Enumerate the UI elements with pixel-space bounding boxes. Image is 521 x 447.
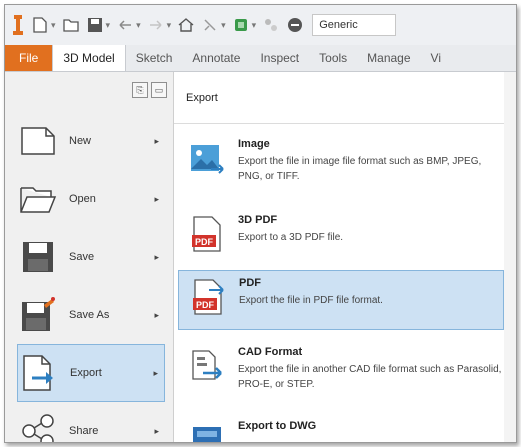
export-item-title: PDF [239, 277, 261, 289]
panel-title: Export [174, 72, 510, 124]
chevron-down-icon[interactable]: ▾ [136, 20, 141, 31]
menu-item-save-as[interactable]: Save As ▸ [17, 286, 165, 344]
chevron-right-icon: ▸ [154, 193, 159, 204]
menu-item-label: Open [69, 193, 96, 205]
export-item-title: Image [238, 138, 270, 150]
open-documents-icon[interactable]: ▭ [151, 82, 167, 98]
export-item-description: Export to a 3D PDF file. [238, 232, 344, 243]
appearance-icon[interactable] [232, 13, 250, 37]
tab-annotate[interactable]: Annotate [182, 45, 250, 71]
tab-manage[interactable]: Manage [357, 45, 420, 71]
svg-text:PDF: PDF [196, 300, 215, 310]
tab-tools[interactable]: Tools [309, 45, 357, 71]
file-menu: ⎘ ▭ New ▸ Open ▸ Save ▸ Save As ▸ Export… [5, 72, 173, 442]
redo-icon[interactable] [147, 13, 165, 37]
dwg-icon [186, 418, 230, 442]
menu-item-label: Share [69, 425, 99, 437]
export-item-pdf[interactable]: PDF PDF Export the file in PDF file form… [178, 270, 504, 330]
application-window: ▾ ▾ ▾ ▾ ▾ ▾ Generic File 3D Model Sketch… [4, 4, 517, 443]
quick-access-toolbar: ▾ ▾ ▾ ▾ ▾ ▾ Generic [5, 5, 516, 45]
image-icon [186, 136, 230, 180]
export-item-title: CAD Format [238, 346, 303, 358]
appearance-clear-icon[interactable] [286, 13, 304, 37]
save-as-icon [17, 294, 59, 336]
export-icon [18, 352, 60, 394]
chevron-down-icon[interactable]: ▾ [252, 20, 257, 31]
chevron-down-icon[interactable]: ▾ [167, 20, 172, 31]
update-icon[interactable] [201, 13, 219, 37]
chevron-right-icon: ▸ [154, 135, 159, 146]
svg-text:PDF: PDF [195, 237, 214, 247]
export-item-description: Export the file in image file format suc… [238, 156, 482, 182]
menu-item-save[interactable]: Save ▸ [17, 228, 165, 286]
3d-pdf-icon: PDF [186, 212, 230, 256]
save-disk-icon [17, 236, 59, 278]
tab-inspect[interactable]: Inspect [250, 45, 309, 71]
export-item-title: 3D PDF [238, 214, 278, 226]
recent-documents-icon[interactable]: ⎘ [132, 82, 148, 98]
menu-item-export[interactable]: Export ▸ [17, 344, 165, 402]
app-logo-icon[interactable] [11, 13, 25, 37]
open-folder-icon[interactable] [62, 13, 80, 37]
menu-item-open[interactable]: Open ▸ [17, 170, 165, 228]
export-item-cad-format[interactable]: CAD Format Export the file in another CA… [178, 340, 504, 406]
new-file-icon[interactable] [31, 13, 49, 37]
export-item-title: Export to DWG [238, 420, 317, 432]
chevron-right-icon: ▸ [153, 367, 158, 378]
tab-3d-model[interactable]: 3D Model [52, 45, 126, 71]
save-icon[interactable] [86, 13, 104, 37]
export-item-description: Export the file in another CAD file form… [238, 364, 502, 390]
tab-file[interactable]: File [5, 45, 53, 71]
pdf-icon: PDF [187, 275, 231, 319]
menu-item-share[interactable]: Share ▸ [17, 402, 165, 442]
chevron-down-icon[interactable]: ▾ [51, 20, 56, 31]
menu-item-label: Save [69, 251, 95, 263]
home-icon[interactable] [177, 13, 195, 37]
export-item-description: Export the file in PDF file format. [239, 295, 383, 306]
menu-view-toggle: ⎘ ▭ [132, 82, 167, 98]
tab-sketch[interactable]: Sketch [126, 45, 183, 71]
chevron-right-icon: ▸ [154, 309, 159, 320]
export-item-3d-pdf[interactable]: PDF 3D PDF Export to a 3D PDF file. [178, 208, 504, 264]
ribbon-tabs: File 3D Model Sketch Annotate Inspect To… [5, 45, 516, 72]
workspace-select[interactable]: Generic [312, 14, 397, 36]
chevron-right-icon: ▸ [154, 425, 159, 436]
material-icon[interactable] [262, 13, 280, 37]
scrollbar[interactable] [504, 72, 510, 442]
new-document-icon [17, 120, 59, 162]
chevron-down-icon[interactable]: ▾ [221, 20, 226, 31]
menu-item-label: Export [70, 367, 102, 379]
chevron-down-icon[interactable]: ▾ [106, 20, 111, 31]
undo-icon[interactable] [116, 13, 134, 37]
export-item-dwg[interactable]: Export to DWG [178, 414, 504, 442]
open-folder-icon [17, 178, 59, 220]
menu-item-new[interactable]: New ▸ [17, 112, 165, 170]
chevron-right-icon: ▸ [154, 251, 159, 262]
cad-format-icon [186, 344, 230, 388]
tab-view[interactable]: Vi [421, 45, 451, 71]
menu-item-label: Save As [69, 309, 110, 321]
export-panel: Export Image Export the file in image fi… [173, 72, 510, 442]
menu-item-label: New [69, 135, 92, 147]
export-item-image[interactable]: Image Export the file in image file form… [178, 132, 504, 198]
share-icon [17, 410, 59, 442]
